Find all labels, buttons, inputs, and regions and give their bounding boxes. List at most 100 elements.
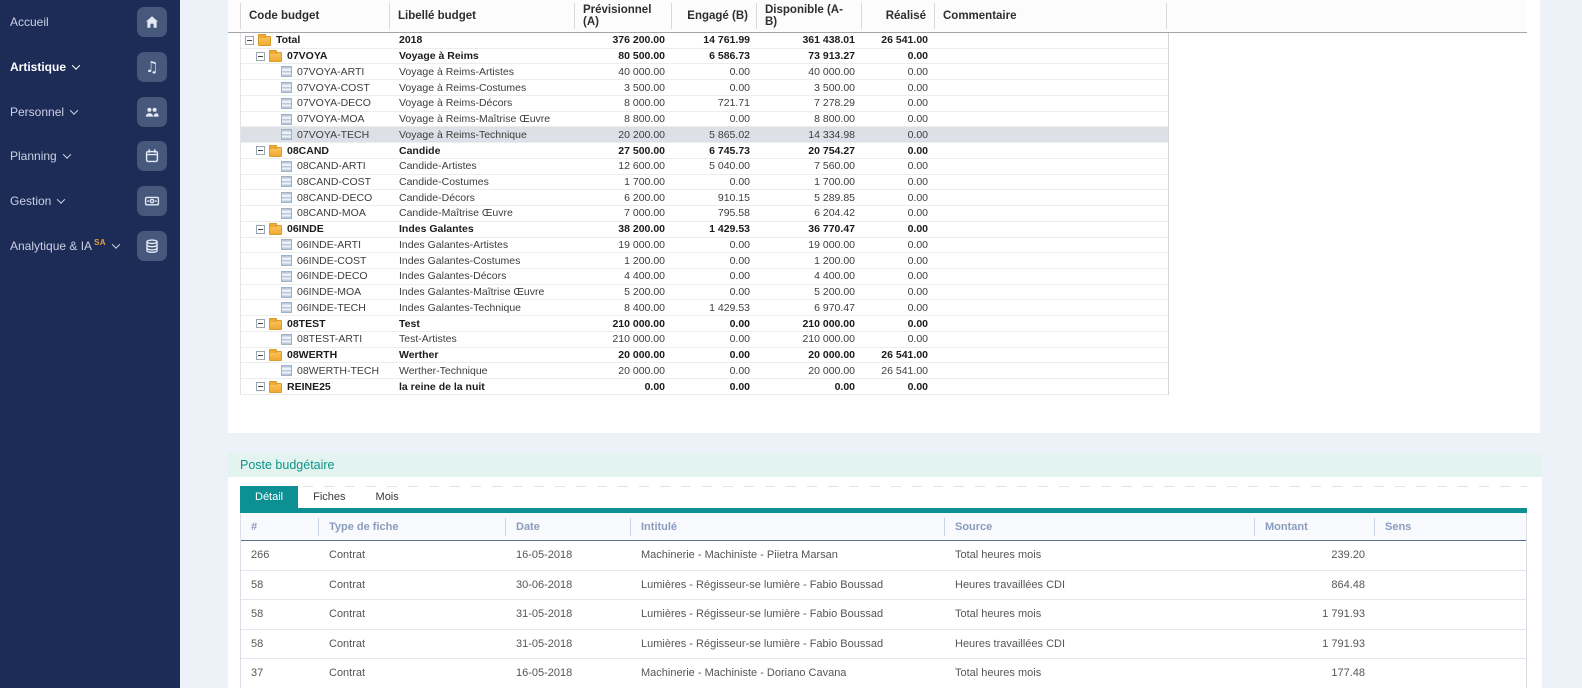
col-header-type-de-fiche[interactable]: Type de fiche [319,518,506,536]
engage-cell: 0.00 [673,316,758,331]
commentaire-cell [936,285,1168,300]
budget-tree-row[interactable]: 08CAND-DECO Candide-Décors 6 200.00 910.… [241,190,1168,206]
budget-tree-row[interactable]: 06INDE-MOA Indes Galantes-Maîtrise Œuvre… [241,285,1168,301]
commentaire-cell [936,80,1168,95]
tree-collapse-icon[interactable] [256,52,265,61]
budget-tree-row[interactable]: 06INDE Indes Galantes 38 200.00 1 429.53… [241,222,1168,238]
budget-tree-row[interactable]: 08TEST Test 210 000.00 0.00 210 000.00 0… [241,316,1168,332]
tree-collapse-icon[interactable] [256,225,265,234]
fiche-row[interactable]: 58 Contrat 31-05-2018 Lumières - Régisse… [241,630,1526,660]
budget-tree-row[interactable]: 08CAND-COST Candide-Costumes 1 700.00 0.… [241,175,1168,191]
budget-tree-row[interactable]: 06INDE-ARTI Indes Galantes-Artistes 19 0… [241,238,1168,254]
previsionnel-cell: 19 000.00 [576,238,673,253]
col-header-previsionnel[interactable]: Prévisionnel (A) [575,3,672,29]
intitule-cell: Lumières - Régisseur-se lumière - Fabio … [631,638,945,650]
sidebar-item-accueil[interactable]: Accueil [0,0,180,45]
code-cell: 08TEST-ARTI [241,332,391,347]
calendar-icon-button[interactable] [137,141,167,171]
budget-tree-row[interactable]: 08WERTH Werther 20 000.00 0.00 20 000.00… [241,348,1168,364]
engage-cell: 795.58 [673,206,758,221]
libelle-cell: Voyage à Reims-Maîtrise Œuvre [391,112,576,127]
col-header-source[interactable]: Source [945,518,1255,536]
budget-tree-row[interactable]: 07VOYA Voyage à Reims 80 500.00 6 586.73… [241,49,1168,65]
fiche-row[interactable]: 266 Contrat 16-05-2018 Machinerie - Mach… [241,541,1526,571]
disponible-cell: 0.00 [758,379,863,394]
budget-tree-row[interactable]: 06INDE-TECH Indes Galantes-Technique 8 4… [241,300,1168,316]
budget-tree-row[interactable]: 08TEST-ARTI Test-Artistes 210 000.00 0.0… [241,332,1168,348]
col-header-sens[interactable]: Sens [1375,518,1526,536]
tab-detail[interactable]: Détail [240,486,298,508]
type-cell: Contrat [319,608,506,620]
fiche-row[interactable]: 58 Contrat 31-05-2018 Lumières - Régisse… [241,600,1526,630]
code-cell: 06INDE-MOA [241,285,391,300]
sidebar-item-planning[interactable]: Planning [0,134,180,179]
col-header-montant[interactable]: Montant [1255,518,1375,536]
code-cell: 06INDE-DECO [241,269,391,284]
sidebar-item-label: Gestion [10,194,51,208]
budget-tree-row[interactable]: 06INDE-COST Indes Galantes-Costumes 1 20… [241,253,1168,269]
num-cell: 58 [241,638,319,650]
budget-tree-row[interactable]: REINE25 la reine de la nuit 0.00 0.00 0.… [241,379,1168,395]
code-cell: 08CAND [241,143,391,158]
libelle-cell: la reine de la nuit [391,379,576,394]
document-icon [281,114,292,125]
tab-fiches[interactable]: Fiches [298,486,360,508]
budget-tree-row[interactable]: 08CAND-ARTI Candide-Artistes 12 600.00 5… [241,159,1168,175]
col-header-realise[interactable]: Réalisé [862,3,935,29]
sidebar-item-artistique[interactable]: Artistique ♫ [0,45,180,90]
commentaire-cell [936,348,1168,363]
col-header-libelle-budget[interactable]: Libellé budget [390,3,575,29]
engage-cell: 0.00 [673,238,758,253]
commentaire-cell [936,253,1168,268]
commentaire-cell [936,112,1168,127]
budget-tree-row[interactable]: 07VOYA-MOA Voyage à Reims-Maîtrise Œuvre… [241,112,1168,128]
libelle-cell: Test [391,316,576,331]
sidebar-item-analytique-ia[interactable]: Analytique & IASA [0,223,180,268]
database-icon-button[interactable] [137,231,167,261]
tab-mois[interactable]: Mois [361,486,414,508]
budget-tree-row[interactable]: 07VOYA-COST Voyage à Reims-Costumes 3 50… [241,80,1168,96]
budget-tree-row[interactable]: 06INDE-DECO Indes Galantes-Décors 4 400.… [241,269,1168,285]
intitule-cell: Lumières - Régisseur-se lumière - Fabio … [631,608,945,620]
sidebar-item-personnel[interactable]: Personnel [0,89,180,134]
realise-cell: 0.00 [863,379,936,394]
money-icon-button[interactable] [137,186,167,216]
tree-collapse-icon[interactable] [256,382,265,391]
realise-cell: 0.00 [863,222,936,237]
budget-tree-row[interactable]: 08CAND Candide 27 500.00 6 745.73 20 754… [241,143,1168,159]
col-header-code-budget[interactable]: Code budget [240,3,390,29]
budget-tree-row[interactable]: 07VOYA-DECO Voyage à Reims-Décors 8 000.… [241,96,1168,112]
col-header-engage[interactable]: Engagé (B) [672,3,757,29]
col-header-disponible[interactable]: Disponible (A-B) [757,3,862,29]
engage-cell: 0.00 [673,64,758,79]
col-header-num[interactable]: # [241,518,319,536]
budget-tree-row[interactable]: Total 2018 376 200.00 14 761.99 361 438.… [241,33,1168,49]
tree-collapse-icon[interactable] [256,319,265,328]
col-header-intitule[interactable]: Intitulé [631,518,945,536]
sidebar-item-gestion[interactable]: Gestion [0,179,180,224]
fiche-row[interactable]: 58 Contrat 30-06-2018 Lumières - Régisse… [241,571,1526,601]
tree-collapse-icon[interactable] [256,351,265,360]
tree-collapse-icon[interactable] [256,146,265,155]
commentaire-cell [936,96,1168,111]
previsionnel-cell: 8 400.00 [576,300,673,315]
budget-tree-row[interactable]: 08CAND-MOA Candide-Maîtrise Œuvre 7 000.… [241,206,1168,222]
libelle-cell: Candide [391,143,576,158]
col-header-commentaire[interactable]: Commentaire [935,3,1167,29]
budget-tree-row[interactable]: 07VOYA-TECH Voyage à Reims-Technique 20 … [241,127,1168,143]
people-icon-button[interactable] [137,97,167,127]
home-icon-button[interactable] [137,7,167,37]
engage-cell: 0.00 [673,348,758,363]
realise-cell: 0.00 [863,332,936,347]
engage-cell: 6 745.73 [673,143,758,158]
music-icon-button[interactable]: ♫ [137,52,167,82]
budget-tree-row[interactable]: 07VOYA-ARTI Voyage à Reims-Artistes 40 0… [241,64,1168,80]
sidebar-item-label: Analytique & IASA [10,238,106,253]
col-header-date[interactable]: Date [506,518,631,536]
tree-collapse-icon[interactable] [245,36,254,45]
commentaire-cell [936,64,1168,79]
realise-cell: 0.00 [863,127,936,142]
fiche-row[interactable]: 37 Contrat 16-05-2018 Machinerie - Machi… [241,659,1526,688]
commentaire-cell [936,159,1168,174]
budget-tree-row[interactable]: 08WERTH-TECH Werther-Technique 20 000.00… [241,363,1168,379]
